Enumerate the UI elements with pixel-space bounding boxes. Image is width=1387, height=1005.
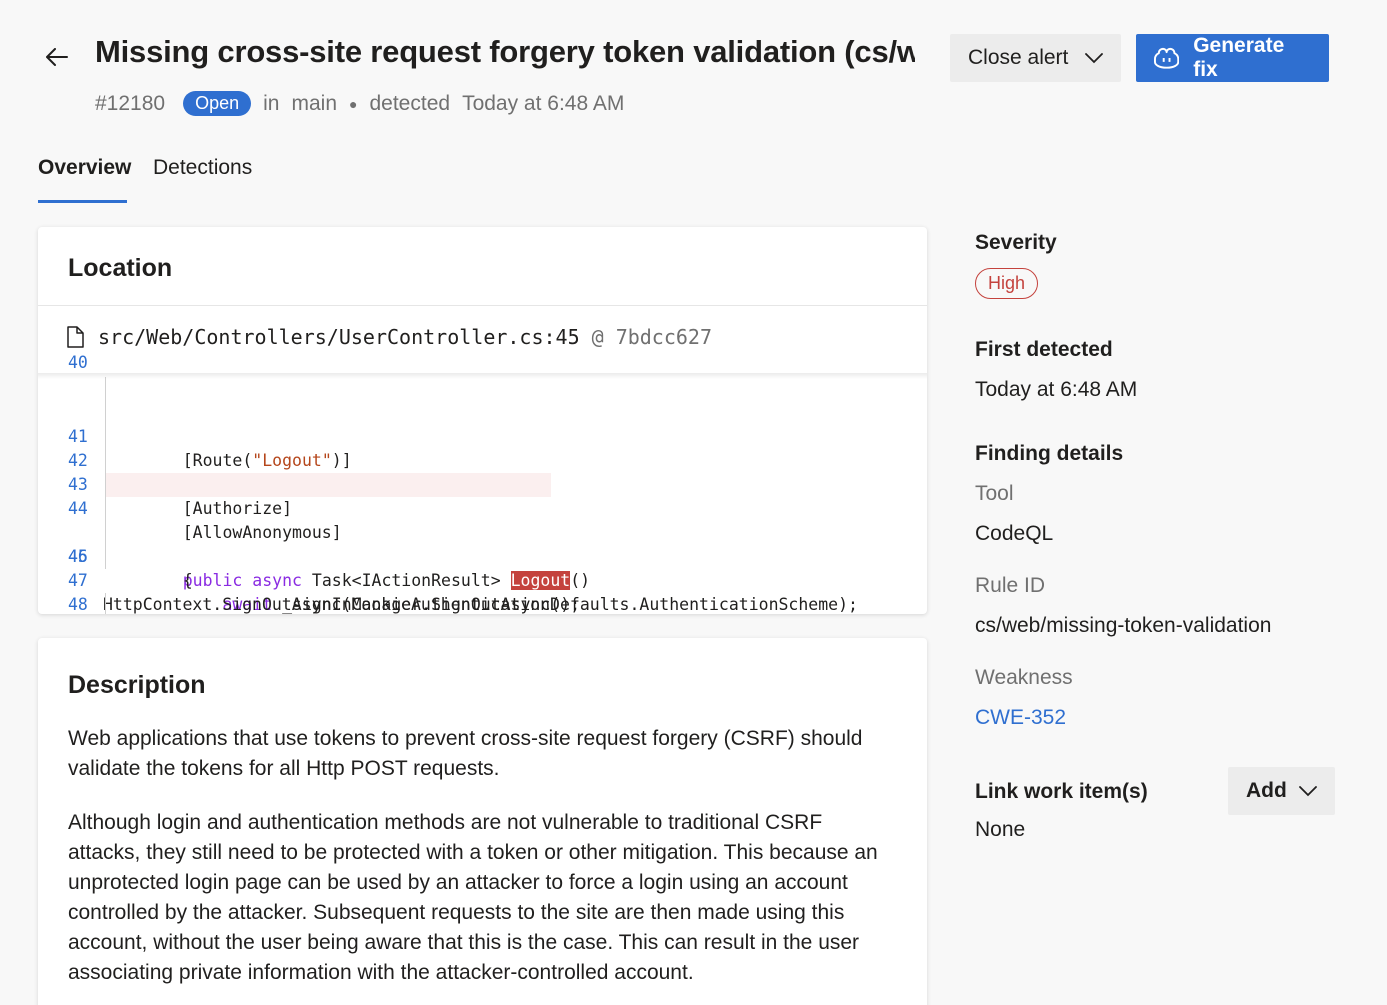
status-badge: Open — [183, 91, 252, 116]
description-paragraph: Web applications that use tokens to prev… — [68, 727, 863, 780]
tool-value: CodeQL — [975, 522, 1054, 545]
close-alert-button[interactable]: Close alert — [950, 34, 1121, 82]
generate-fix-button[interactable]: Generate fix — [1136, 34, 1329, 82]
code-snippet: 40 41 [Route("Logout")] 42 [HttpPost] 43… — [38, 353, 927, 614]
weakness-link[interactable]: CWE-352 — [975, 706, 1066, 730]
chevron-down-icon — [1085, 52, 1103, 63]
file-icon — [67, 326, 84, 348]
commit-hash[interactable]: 7bdcc627 — [616, 325, 712, 349]
rule-id-value: cs/web/missing-token-validation — [975, 614, 1272, 637]
finding-details-heading: Finding details — [975, 442, 1124, 465]
detected-time: Today at 6:48 AM — [462, 91, 625, 115]
tab-overview[interactable]: Overview — [38, 156, 131, 180]
branch-name: main — [291, 91, 338, 115]
file-path[interactable]: src/Web/Controllers/UserController.cs:45 — [98, 325, 580, 349]
code-line: 47 await _signInManager.SignOutAsync(); — [38, 521, 927, 614]
code-line: 46 { — [38, 497, 927, 590]
detected-label: detected — [369, 91, 451, 115]
first-detected-value: Today at 6:48 AM — [975, 378, 1138, 401]
code-line-wrapped: HttpContext.SignOutAsync(CookieAuthentic… — [38, 569, 927, 614]
severity-badge: High — [975, 268, 1039, 299]
close-alert-label: Close alert — [968, 46, 1069, 69]
in-label: in — [263, 91, 280, 115]
code-line: 44 [AllowAnonymous] — [38, 449, 927, 542]
location-card: Location src/Web/Controllers/UserControl… — [38, 227, 927, 614]
location-title: Location — [68, 254, 173, 282]
add-label: Add — [1246, 779, 1287, 802]
line-number: 40 — [68, 353, 88, 372]
tab-detections[interactable]: Detections — [153, 156, 252, 180]
chevron-down-icon — [1299, 785, 1317, 796]
generate-fix-label: Generate fix — [1193, 34, 1285, 81]
code-line: 42 [HttpPost] — [38, 401, 927, 494]
tool-label: Tool — [975, 482, 1014, 505]
file-location: src/Web/Controllers/UserController.cs:45… — [66, 325, 712, 349]
link-work-items-heading: Link work item(s) — [975, 780, 1148, 803]
page-title: Missing cross-site request forgery token… — [95, 34, 915, 69]
weakness-label: Weakness — [975, 666, 1073, 689]
rule-id-label: Rule ID — [975, 574, 1046, 597]
at-sign: @ — [591, 325, 604, 349]
description-card: Description Web applications that use to… — [38, 638, 927, 1005]
description-title: Description — [68, 671, 206, 699]
first-detected-heading: First detected — [975, 338, 1113, 361]
tab-selected-indicator — [38, 200, 127, 203]
arrow-left-icon — [46, 48, 68, 66]
code-line-highlighted: 45 public async Task<IActionResult> Logo… — [38, 473, 927, 590]
code-line: 41 [Route("Logout")] — [38, 377, 927, 470]
separator-dot: ● — [349, 95, 358, 112]
code-line: 43 [Authorize] — [38, 425, 927, 518]
divider — [38, 305, 927, 306]
back-button[interactable] — [40, 40, 74, 74]
work-items-value: None — [975, 818, 1026, 841]
alert-id: #12180 — [95, 91, 166, 115]
code-line: 49 var userId = _signInManager.Context.U… — [38, 593, 927, 614]
add-work-item-button[interactable]: Add — [1228, 767, 1335, 815]
code-line: 48 await — [38, 545, 927, 614]
description-paragraph: Although login and authentication method… — [68, 811, 878, 984]
severity-heading: Severity — [975, 231, 1057, 254]
alert-meta: #12180 Open in main ● detected Today at … — [95, 91, 624, 116]
copilot-icon — [1154, 47, 1180, 69]
